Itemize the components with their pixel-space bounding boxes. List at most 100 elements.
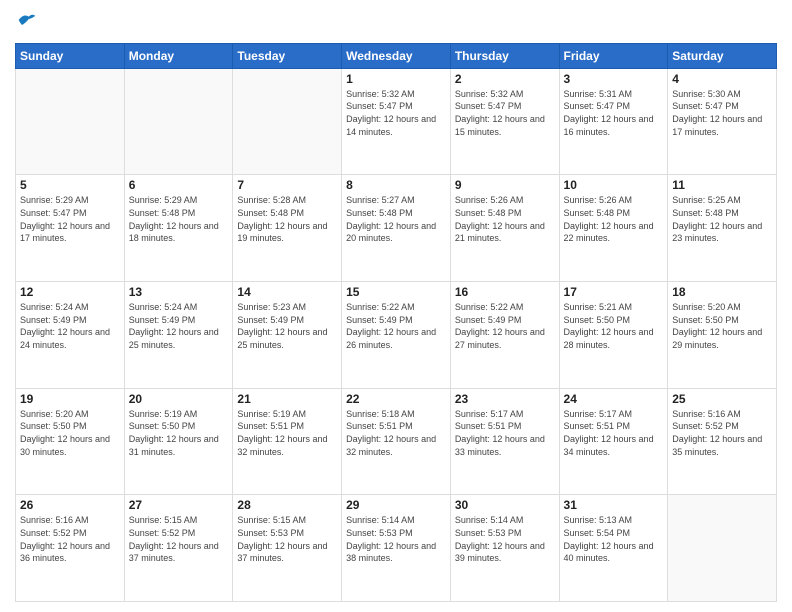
day-info: Sunrise: 5:17 AM Sunset: 5:51 PM Dayligh… [455, 408, 555, 458]
day-info: Sunrise: 5:14 AM Sunset: 5:53 PM Dayligh… [346, 514, 446, 564]
day-cell: 15 Sunrise: 5:22 AM Sunset: 5:49 PM Dayli… [342, 282, 451, 389]
day-number: 22 [346, 392, 446, 406]
day-cell: 20 Sunrise: 5:19 AM Sunset: 5:50 PM Dayli… [124, 388, 233, 495]
day-info: Sunrise: 5:22 AM Sunset: 5:49 PM Dayligh… [455, 301, 555, 351]
day-info: Sunrise: 5:13 AM Sunset: 5:54 PM Dayligh… [564, 514, 664, 564]
week-row-1: 1 Sunrise: 5:32 AM Sunset: 5:47 PM Daylig… [16, 68, 777, 175]
day-number: 6 [129, 178, 229, 192]
day-number: 15 [346, 285, 446, 299]
col-header-sunday: Sunday [16, 43, 125, 68]
day-info: Sunrise: 5:25 AM Sunset: 5:48 PM Dayligh… [672, 194, 772, 244]
day-number: 25 [672, 392, 772, 406]
day-cell: 25 Sunrise: 5:16 AM Sunset: 5:52 PM Dayli… [668, 388, 777, 495]
week-row-5: 26Sunrise: 5:16 AM Sunset: 5:52 PM Dayli… [16, 495, 777, 602]
week-row-2: 5 Sunrise: 5:29 AM Sunset: 5:47 PM Daylig… [16, 175, 777, 282]
day-info: Sunrise: 5:26 AM Sunset: 5:48 PM Dayligh… [564, 194, 664, 244]
day-number: 30 [455, 498, 555, 512]
day-cell: 28 Sunrise: 5:15 AM Sunset: 5:53 PM Dayli… [233, 495, 342, 602]
week-row-3: 12Sunrise: 5:24 AM Sunset: 5:49 PM Dayli… [16, 282, 777, 389]
day-cell: 19 Sunrise: 5:20 AM Sunset: 5:50 PM Dayli… [16, 388, 125, 495]
day-number: 20 [129, 392, 229, 406]
day-info: Sunrise: 5:22 AM Sunset: 5:49 PM Dayligh… [346, 301, 446, 351]
logo-bird-icon [17, 10, 37, 30]
day-cell: 17Sunrise: 5:21 AM Sunset: 5:50 PM Dayli… [559, 282, 668, 389]
day-info: Sunrise: 5:20 AM Sunset: 5:50 PM Dayligh… [672, 301, 772, 351]
logo [15, 10, 37, 35]
day-info: Sunrise: 5:27 AM Sunset: 5:48 PM Dayligh… [346, 194, 446, 244]
day-number: 8 [346, 178, 446, 192]
col-header-wednesday: Wednesday [342, 43, 451, 68]
day-cell: 4 Sunrise: 5:30 AM Sunset: 5:47 PM Daylig… [668, 68, 777, 175]
day-info: Sunrise: 5:19 AM Sunset: 5:51 PM Dayligh… [237, 408, 337, 458]
day-number: 13 [129, 285, 229, 299]
day-cell: 27Sunrise: 5:15 AM Sunset: 5:52 PM Dayli… [124, 495, 233, 602]
day-number: 10 [564, 178, 664, 192]
day-cell: 30 Sunrise: 5:14 AM Sunset: 5:53 PM Dayli… [450, 495, 559, 602]
day-cell: 3 Sunrise: 5:31 AM Sunset: 5:47 PM Daylig… [559, 68, 668, 175]
page: SundayMondayTuesdayWednesdayThursdayFrid… [0, 0, 792, 612]
day-number: 21 [237, 392, 337, 406]
calendar-header-row: SundayMondayTuesdayWednesdayThursdayFrid… [16, 43, 777, 68]
day-number: 14 [237, 285, 337, 299]
day-cell: 23 Sunrise: 5:17 AM Sunset: 5:51 PM Dayli… [450, 388, 559, 495]
day-number: 4 [672, 72, 772, 86]
day-cell: 7Sunrise: 5:28 AM Sunset: 5:48 PM Daylig… [233, 175, 342, 282]
header [15, 10, 777, 35]
day-number: 9 [455, 178, 555, 192]
day-number: 3 [564, 72, 664, 86]
day-info: Sunrise: 5:30 AM Sunset: 5:47 PM Dayligh… [672, 88, 772, 138]
day-cell: 2Sunrise: 5:32 AM Sunset: 5:47 PM Daylig… [450, 68, 559, 175]
day-cell: 1 Sunrise: 5:32 AM Sunset: 5:47 PM Daylig… [342, 68, 451, 175]
day-info: Sunrise: 5:28 AM Sunset: 5:48 PM Dayligh… [237, 194, 337, 244]
day-number: 18 [672, 285, 772, 299]
day-number: 5 [20, 178, 120, 192]
day-info: Sunrise: 5:16 AM Sunset: 5:52 PM Dayligh… [20, 514, 120, 564]
day-cell: 24 Sunrise: 5:17 AM Sunset: 5:51 PM Dayli… [559, 388, 668, 495]
day-cell: 6 Sunrise: 5:29 AM Sunset: 5:48 PM Daylig… [124, 175, 233, 282]
day-number: 23 [455, 392, 555, 406]
day-cell: 5 Sunrise: 5:29 AM Sunset: 5:47 PM Daylig… [16, 175, 125, 282]
day-cell: 11 Sunrise: 5:25 AM Sunset: 5:48 PM Dayli… [668, 175, 777, 282]
day-cell: 29 Sunrise: 5:14 AM Sunset: 5:53 PM Dayli… [342, 495, 451, 602]
day-info: Sunrise: 5:18 AM Sunset: 5:51 PM Dayligh… [346, 408, 446, 458]
day-cell: 14 Sunrise: 5:23 AM Sunset: 5:49 PM Dayli… [233, 282, 342, 389]
day-cell: 31 Sunrise: 5:13 AM Sunset: 5:54 PM Dayli… [559, 495, 668, 602]
day-info: Sunrise: 5:24 AM Sunset: 5:49 PM Dayligh… [20, 301, 120, 351]
col-header-thursday: Thursday [450, 43, 559, 68]
day-cell: 26Sunrise: 5:16 AM Sunset: 5:52 PM Dayli… [16, 495, 125, 602]
day-number: 1 [346, 72, 446, 86]
col-header-tuesday: Tuesday [233, 43, 342, 68]
day-info: Sunrise: 5:16 AM Sunset: 5:52 PM Dayligh… [672, 408, 772, 458]
day-cell: 13Sunrise: 5:24 AM Sunset: 5:49 PM Dayli… [124, 282, 233, 389]
day-number: 28 [237, 498, 337, 512]
col-header-monday: Monday [124, 43, 233, 68]
week-row-4: 19 Sunrise: 5:20 AM Sunset: 5:50 PM Dayli… [16, 388, 777, 495]
day-info: Sunrise: 5:20 AM Sunset: 5:50 PM Dayligh… [20, 408, 120, 458]
day-number: 19 [20, 392, 120, 406]
day-cell: 21 Sunrise: 5:19 AM Sunset: 5:51 PM Dayli… [233, 388, 342, 495]
day-info: Sunrise: 5:15 AM Sunset: 5:53 PM Dayligh… [237, 514, 337, 564]
day-info: Sunrise: 5:19 AM Sunset: 5:50 PM Dayligh… [129, 408, 229, 458]
day-info: Sunrise: 5:29 AM Sunset: 5:48 PM Dayligh… [129, 194, 229, 244]
day-number: 27 [129, 498, 229, 512]
calendar-table: SundayMondayTuesdayWednesdayThursdayFrid… [15, 43, 777, 602]
day-info: Sunrise: 5:32 AM Sunset: 5:47 PM Dayligh… [346, 88, 446, 138]
day-number: 11 [672, 178, 772, 192]
day-info: Sunrise: 5:21 AM Sunset: 5:50 PM Dayligh… [564, 301, 664, 351]
day-info: Sunrise: 5:23 AM Sunset: 5:49 PM Dayligh… [237, 301, 337, 351]
col-header-friday: Friday [559, 43, 668, 68]
day-cell: 16 Sunrise: 5:22 AM Sunset: 5:49 PM Dayli… [450, 282, 559, 389]
col-header-saturday: Saturday [668, 43, 777, 68]
day-cell [668, 495, 777, 602]
day-number: 24 [564, 392, 664, 406]
day-info: Sunrise: 5:31 AM Sunset: 5:47 PM Dayligh… [564, 88, 664, 138]
day-number: 29 [346, 498, 446, 512]
day-info: Sunrise: 5:17 AM Sunset: 5:51 PM Dayligh… [564, 408, 664, 458]
day-info: Sunrise: 5:29 AM Sunset: 5:47 PM Dayligh… [20, 194, 120, 244]
day-info: Sunrise: 5:14 AM Sunset: 5:53 PM Dayligh… [455, 514, 555, 564]
day-number: 16 [455, 285, 555, 299]
day-number: 31 [564, 498, 664, 512]
day-cell: 18 Sunrise: 5:20 AM Sunset: 5:50 PM Dayli… [668, 282, 777, 389]
day-cell [233, 68, 342, 175]
day-cell: 12Sunrise: 5:24 AM Sunset: 5:49 PM Dayli… [16, 282, 125, 389]
